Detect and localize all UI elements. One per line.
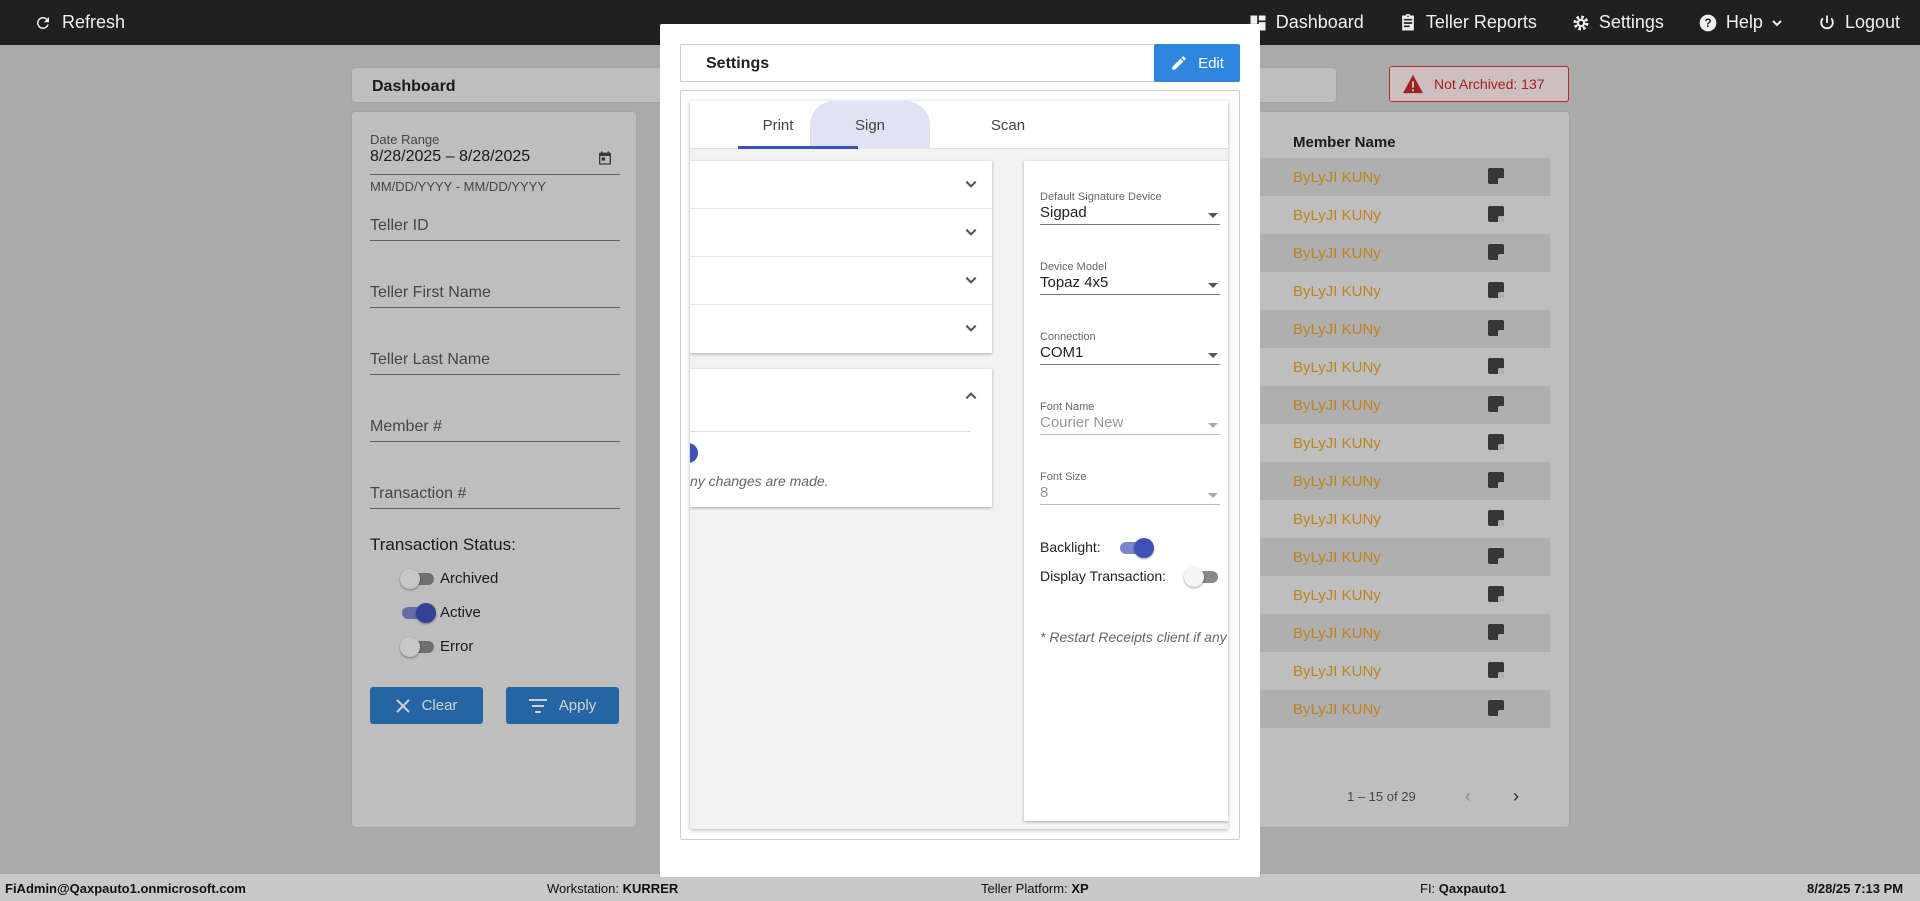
tab-ink-bar <box>738 146 858 149</box>
chevron-down-icon <box>964 273 978 290</box>
select-underline <box>1040 434 1220 435</box>
modal-title: Settings <box>706 55 770 72</box>
chevron-down-icon <box>964 321 978 338</box>
gear-icon <box>1571 13 1591 33</box>
modal-header: Settings Edit <box>680 44 1240 82</box>
restart-note-left: ny changes are made. <box>690 473 829 489</box>
dropdown-arrow-icon <box>1208 493 1218 498</box>
footer-datetime: 8/28/25 7:13 PM <box>1807 881 1904 896</box>
edit-button[interactable]: Edit <box>1154 44 1240 82</box>
select-underline <box>1040 364 1220 365</box>
help-icon: ? <box>1698 13 1718 33</box>
chevron-up-icon[interactable] <box>964 389 978 406</box>
refresh-label: Refresh <box>62 12 126 32</box>
font-size-select: 8 <box>1040 484 1049 501</box>
status-footer: FiAdmin@Qaxpauto1.onmicrosoft.com Workst… <box>0 874 1920 901</box>
settings-modal: Settings Edit Print Sign Scan ny changes… <box>660 24 1260 877</box>
chevron-down-icon <box>964 225 978 242</box>
nav-help-label: Help <box>1725 12 1763 32</box>
power-icon <box>1817 13 1837 33</box>
pencil-icon <box>1170 54 1188 72</box>
footer-platform: Teller Platform: XP <box>981 881 1089 896</box>
nav-settings[interactable]: Settings <box>1571 12 1664 33</box>
footer-user: FiAdmin@Qaxpauto1.onmicrosoft.com <box>5 881 246 896</box>
dropdown-arrow-icon <box>1208 353 1218 358</box>
chevron-down-icon <box>1771 17 1783 29</box>
divider <box>690 431 970 432</box>
accordion-row[interactable] <box>690 305 992 353</box>
default-signature-device-select[interactable]: Sigpad <box>1040 204 1087 221</box>
nav-teller-reports-label: Teller Reports <box>1425 12 1537 32</box>
clipboard-icon <box>1398 13 1418 33</box>
nav-settings-label: Settings <box>1598 12 1664 32</box>
select-underline <box>1040 224 1220 225</box>
nav-teller-reports[interactable]: Teller Reports <box>1398 12 1537 33</box>
accordion-group <box>690 161 992 353</box>
chevron-down-icon <box>964 177 978 194</box>
settings-tabs: Print Sign Scan <box>690 101 1228 149</box>
nav-dashboard[interactable]: Dashboard <box>1248 12 1364 33</box>
accordion-row[interactable] <box>690 257 992 305</box>
settings-panel: Print Sign Scan ny changes are made. Def… <box>690 101 1228 829</box>
font-size-label: Font Size <box>1040 471 1087 483</box>
footer-workstation: Workstation: KURRER <box>547 881 679 896</box>
dropdown-arrow-icon <box>1208 213 1218 218</box>
connection-select[interactable]: COM1 <box>1040 344 1083 361</box>
signature-device-settings: Default Signature Device Sigpad Device M… <box>1024 161 1228 821</box>
edit-label: Edit <box>1198 54 1224 72</box>
device-model-label: Device Model <box>1040 261 1107 273</box>
footer-fi: FI: Qaxpauto1 <box>1420 881 1506 896</box>
tab-scan[interactable]: Scan <box>958 101 1058 149</box>
restart-note: * Restart Receipts client if any <box>1040 629 1227 645</box>
dropdown-arrow-icon <box>1208 423 1218 428</box>
backlight-switch[interactable] <box>1118 538 1154 558</box>
nav-dashboard-label: Dashboard <box>1275 12 1364 32</box>
select-underline <box>1040 504 1220 505</box>
nav-help[interactable]: ? Help <box>1698 12 1783 33</box>
tab-sign[interactable]: Sign <box>810 101 930 149</box>
select-underline <box>1040 294 1220 295</box>
svg-text:?: ? <box>1704 17 1711 30</box>
refresh-button[interactable]: Refresh <box>34 12 125 33</box>
nav-logout[interactable]: Logout <box>1817 12 1900 33</box>
device-model-select[interactable]: Topaz 4x5 <box>1040 274 1108 291</box>
display-transaction-label: Display Transaction: <box>1040 568 1167 584</box>
refresh-icon <box>34 14 52 32</box>
font-name-select: Courier New <box>1040 414 1124 431</box>
dropdown-arrow-icon <box>1208 283 1218 288</box>
accordion-row[interactable] <box>690 209 992 257</box>
expanded-accordion: ny changes are made. <box>690 369 992 507</box>
connection-label: Connection <box>1040 331 1096 343</box>
display-transaction-switch[interactable] <box>1184 567 1218 587</box>
default-signature-device-label: Default Signature Device <box>1040 191 1162 203</box>
nav-logout-label: Logout <box>1844 12 1900 32</box>
font-name-label: Font Name <box>1040 401 1095 413</box>
accordion-row[interactable] <box>690 161 992 209</box>
backlight-label: Backlight: <box>1040 539 1101 555</box>
toggle-switch[interactable] <box>690 443 698 463</box>
